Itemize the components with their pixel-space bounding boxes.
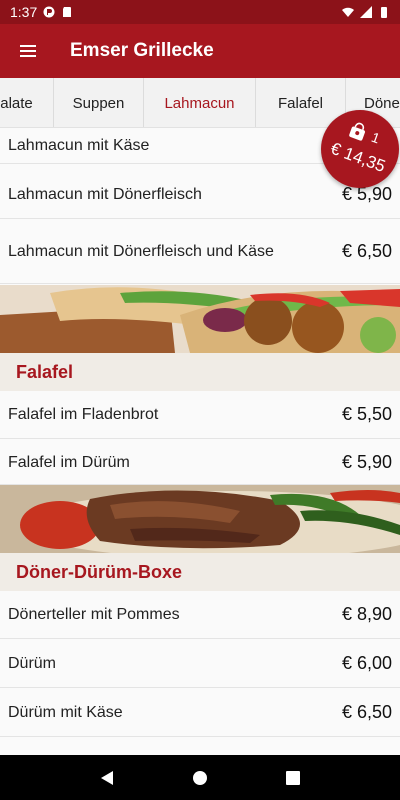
item-price: € 6,50 — [341, 241, 392, 261]
back-triangle-icon — [100, 770, 113, 785]
signal-icon — [360, 6, 372, 18]
tab-suppen[interactable]: Suppen — [54, 78, 144, 127]
item-name: Falafel im Fladenbrot — [8, 406, 159, 423]
recents-square-icon — [286, 770, 301, 785]
tab-label: Döne — [364, 94, 400, 112]
status-time: 1:37 — [10, 4, 38, 20]
back-button[interactable] — [87, 758, 127, 798]
menu-item-duerum[interactable]: Dürüm € 6,00 — [0, 640, 400, 688]
section-title-falafel: Falafel — [0, 353, 400, 391]
sd-card-icon — [63, 7, 72, 17]
item-price: € 5,90 — [341, 451, 392, 472]
item-name: Lahmacun mit Dönerfleisch und Käse — [8, 243, 274, 260]
recents-button[interactable] — [273, 758, 313, 798]
menu-item-lahmacun-doener-kaese[interactable]: Lahmacun mit Dönerfleisch und Käse € 6,5… — [0, 220, 400, 284]
item-name: Lahmacun mit Dönerfleisch — [8, 186, 202, 203]
section-title-text: Falafel — [16, 361, 74, 382]
hamburger-menu-icon — [20, 45, 36, 57]
home-button[interactable] — [180, 758, 220, 798]
tab-label: Falafel — [277, 94, 324, 112]
system-nav-bar — [0, 755, 400, 800]
app-bar: Emser Grillecke — [0, 24, 400, 78]
cart-count-row: 1 — [346, 120, 382, 148]
item-price: € 8,90 — [341, 604, 392, 624]
section-title-text: Döner-Dürüm-Boxe — [16, 561, 183, 582]
tab-salate[interactable]: alate — [0, 78, 54, 127]
app-notification-icon — [43, 6, 55, 18]
menu-button[interactable] — [0, 24, 56, 78]
cart-button[interactable]: 1 € 14,35 — [321, 110, 399, 188]
item-price: € 6,00 — [341, 653, 392, 673]
cart-count: 1 — [369, 128, 383, 147]
falafel-banner-image — [0, 285, 400, 353]
section-title-doener-duerum-boxe: Döner-Dürüm-Boxe — [0, 553, 400, 591]
item-name: Falafel im Dürüm — [8, 453, 130, 471]
menu-item-falafel-fladenbrot[interactable]: Falafel im Fladenbrot € 5,50 — [0, 391, 400, 439]
tab-label: alate — [0, 94, 33, 112]
menu-item-falafel-duerum[interactable]: Falafel im Dürüm € 5,90 — [0, 440, 400, 485]
item-price: € 5,50 — [341, 404, 392, 424]
app-title: Emser Grillecke — [70, 40, 214, 61]
item-price: € 6,50 — [341, 702, 392, 722]
wifi-icon — [342, 7, 354, 17]
item-name: Lahmacun mit Käse — [8, 137, 150, 154]
tab-lahmacun[interactable]: Lahmacun — [144, 78, 256, 127]
cart-total: € 14,35 — [328, 138, 388, 176]
tab-label: Suppen — [72, 94, 125, 112]
menu-item-duerum-kaese[interactable]: Dürüm mit Käse € 6,50 — [0, 689, 400, 737]
item-name: Dürüm mit Käse — [8, 704, 123, 721]
item-name: Dürüm — [8, 655, 57, 672]
item-name: Dönerteller mit Pommes — [8, 606, 180, 623]
status-bar: 1:37 — [0, 0, 400, 24]
shopping-bag-icon — [349, 122, 365, 141]
menu-list[interactable]: Lahmacun mit Käse Lahmacun mit Dönerflei… — [0, 128, 400, 755]
home-circle-icon — [192, 770, 207, 785]
battery-icon — [381, 7, 387, 18]
menu-item-doenerteller[interactable]: Dönerteller mit Pommes € 8,90 — [0, 591, 400, 639]
doener-banner-image — [0, 485, 400, 553]
tab-label: Lahmacun — [164, 94, 235, 112]
